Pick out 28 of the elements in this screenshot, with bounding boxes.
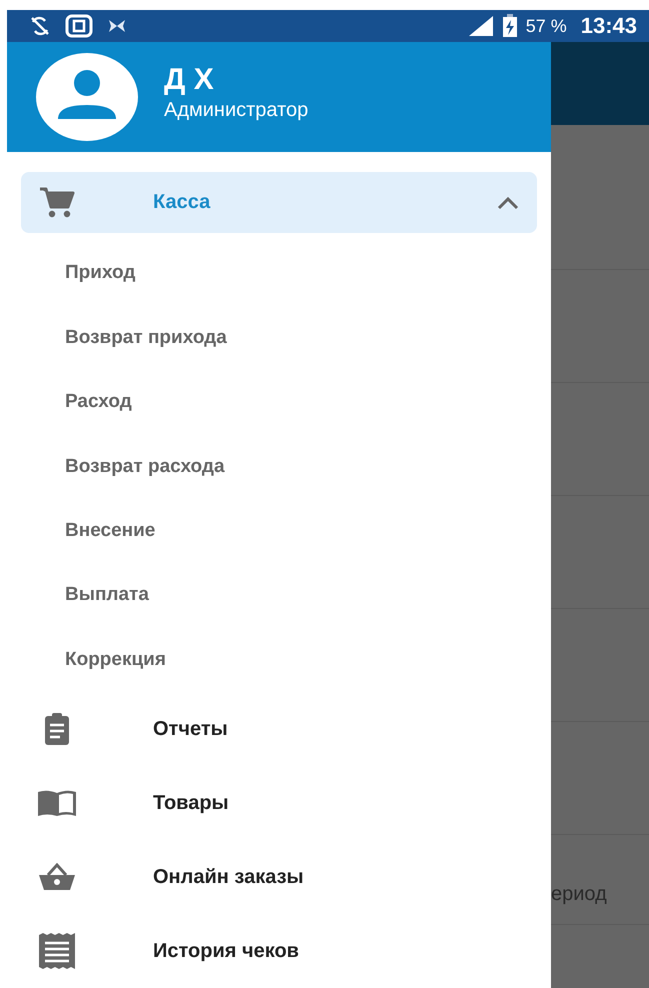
battery-icon [502, 14, 518, 38]
signal-icon [468, 15, 494, 38]
battery-percent: 57 % [526, 16, 567, 37]
screen-icon [65, 14, 93, 38]
submenu-item[interactable]: Возврат расхода [21, 434, 537, 499]
submenu-item[interactable]: Коррекция [21, 628, 537, 692]
submenu-item[interactable]: Внесение [21, 498, 537, 564]
chevron-icon[interactable] [497, 196, 519, 210]
cart-icon [37, 186, 77, 219]
user-name: Д Х [164, 62, 215, 97]
butterfly-icon [107, 18, 127, 34]
row-text: ериод [551, 883, 607, 906]
menu-item[interactable]: Товары [21, 766, 537, 840]
menu-item[interactable]: Онлайн заказы [21, 840, 537, 914]
sync-off-icon [29, 16, 51, 36]
receipt-icon [37, 933, 77, 969]
clock-time: 13:43 [580, 13, 637, 40]
submenu-item[interactable]: Приход [21, 241, 537, 306]
book-icon [37, 789, 77, 817]
submenu-item[interactable]: Выплата [21, 563, 537, 628]
menu-item[interactable]: Касса [21, 172, 537, 234]
menu-item[interactable]: История чеков [21, 914, 537, 988]
basket-icon [37, 863, 77, 891]
submenu-item[interactable]: Возврат прихода [21, 306, 537, 370]
user-role: Администратор [164, 98, 308, 122]
menu-item[interactable]: Отчеты [21, 692, 537, 766]
avatar-icon [36, 53, 138, 142]
submenu-item[interactable]: Расход [21, 370, 537, 434]
